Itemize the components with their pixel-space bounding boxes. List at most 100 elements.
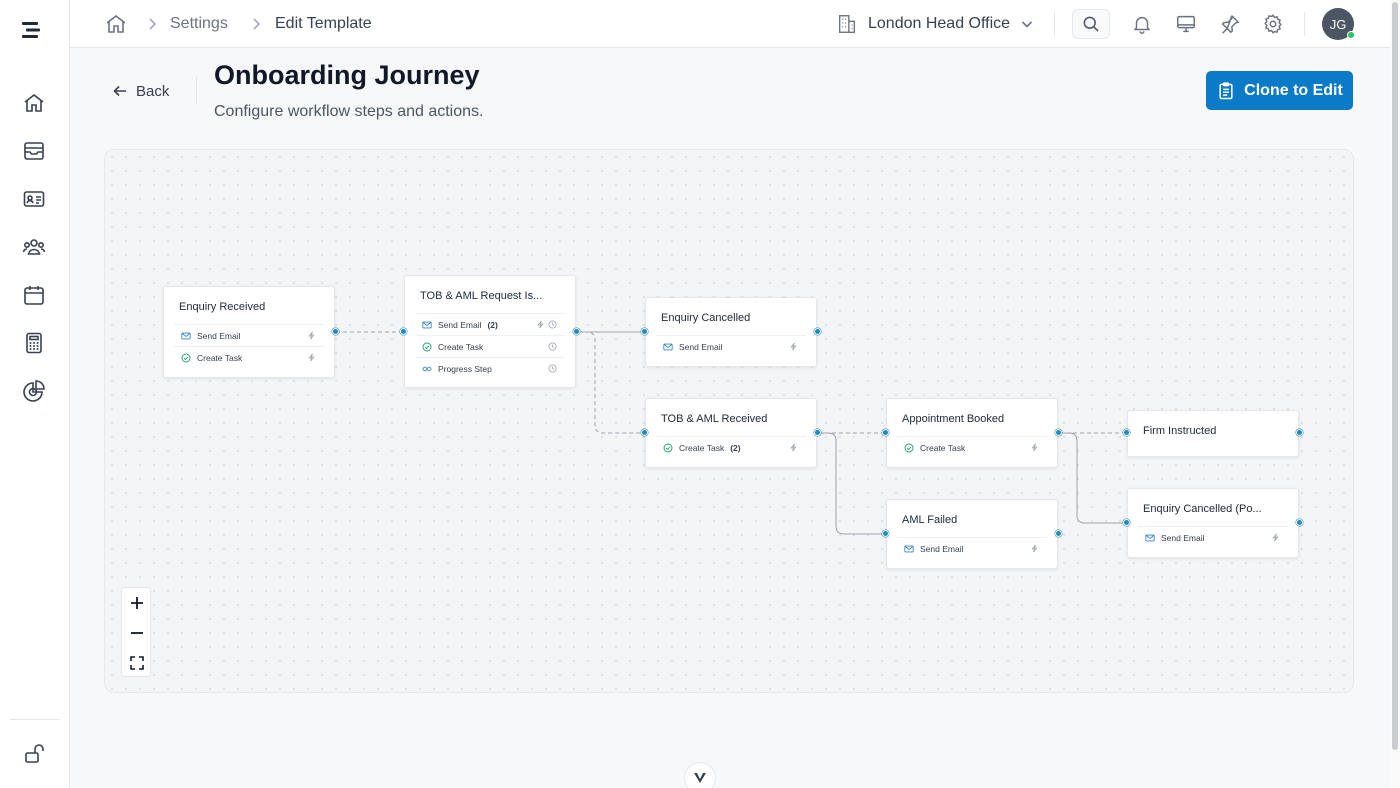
node-output-handle[interactable] <box>814 429 821 436</box>
back-button[interactable]: Back <box>112 80 169 102</box>
workflow-node-firm-instructed[interactable]: Firm Instructed <box>1127 410 1299 457</box>
chevron-down-icon <box>694 773 706 783</box>
node-input-handle[interactable] <box>882 530 889 537</box>
node-title: Enquiry Cancelled <box>661 312 751 324</box>
node-action-create-task[interactable]: Create Task <box>174 346 324 368</box>
node-input-handle[interactable] <box>400 328 407 335</box>
zoom-in-button[interactable] <box>122 588 152 618</box>
users-icon <box>22 239 46 255</box>
scrollbar-thumb[interactable] <box>1392 2 1398 750</box>
breadcrumb-settings[interactable]: Settings <box>170 15 228 33</box>
settings-button[interactable] <box>1261 12 1285 36</box>
node-title: AML Failed <box>902 514 958 526</box>
bolt-icon <box>790 342 797 351</box>
office-selector[interactable]: London Head Office <box>836 10 1034 38</box>
node-output-handle[interactable] <box>1296 519 1303 526</box>
node-action-send-email[interactable]: Send Email <box>174 324 324 346</box>
node-action-send-email[interactable]: Send Email <box>1138 526 1288 548</box>
page-title: Onboarding Journey <box>214 60 480 90</box>
action-label: Create Task <box>197 352 243 363</box>
sidebar-item-reports[interactable] <box>20 377 48 405</box>
node-output-handle[interactable] <box>573 328 580 335</box>
page-subtitle: Configure workflow steps and actions. <box>214 103 484 120</box>
node-input-handle[interactable] <box>641 429 648 436</box>
node-title: Appointment Booked <box>902 413 1005 425</box>
topbar-divider <box>1054 12 1055 36</box>
sidebar-item-calculator[interactable] <box>20 329 48 357</box>
sidebar-item-contacts[interactable] <box>20 185 48 213</box>
bolt-icon <box>1031 544 1038 553</box>
online-status-indicator <box>1347 31 1355 39</box>
sidebar <box>0 0 70 788</box>
fit-view-button[interactable] <box>122 648 152 678</box>
node-action-send-email[interactable]: Send Email <box>656 335 806 357</box>
check-circle-icon <box>181 353 191 362</box>
node-input-handle[interactable] <box>882 429 889 436</box>
gear-icon <box>1264 14 1282 34</box>
chevron-down-icon <box>1021 21 1033 28</box>
action-label: Send Email <box>197 330 241 341</box>
sidebar-item-home[interactable] <box>20 89 48 117</box>
page-scrollbar[interactable] <box>1390 0 1400 788</box>
node-action-progress-step[interactable]: Progress Step <box>415 357 565 379</box>
node-output-handle[interactable] <box>1296 429 1303 436</box>
workflow-node-enquiry-cancelled-po[interactable]: Enquiry Cancelled (Po... Send Email <box>1127 488 1299 558</box>
workflow-node-tob-aml-request[interactable]: TOB & AML Request Is... Send Email (2) C… <box>404 275 576 388</box>
node-input-handle[interactable] <box>1123 519 1130 526</box>
notifications-button[interactable] <box>1130 12 1154 36</box>
clone-button-label: Clone to Edit <box>1244 81 1343 99</box>
action-label: Create Task <box>438 341 484 352</box>
node-action-create-task[interactable]: Create Task (2) <box>656 436 806 458</box>
calendar-icon <box>24 286 44 305</box>
node-output-handle[interactable] <box>332 328 339 335</box>
action-count: (2) <box>487 319 498 330</box>
node-action-create-task[interactable]: Create Task <box>415 335 565 357</box>
zoom-out-button[interactable] <box>122 618 152 648</box>
home-icon[interactable] <box>104 12 128 36</box>
arrow-left-icon <box>113 85 126 97</box>
node-action-send-email[interactable]: Send Email <box>897 537 1047 559</box>
workflow-node-enquiry-cancelled[interactable]: Enquiry Cancelled Send Email <box>645 297 817 367</box>
node-action-create-task[interactable]: Create Task <box>897 436 1047 458</box>
user-avatar[interactable]: JG <box>1322 8 1355 40</box>
action-label: Send Email <box>920 543 964 554</box>
node-title: Firm Instructed <box>1143 425 1217 437</box>
user-initials: JG <box>1329 16 1347 32</box>
node-output-handle[interactable] <box>814 328 821 335</box>
workflow-node-enquiry-received[interactable]: Enquiry Received Send Email Create Task <box>163 286 335 378</box>
app-logo-icon[interactable] <box>20 18 44 42</box>
clone-to-edit-button[interactable]: Clone to Edit <box>1206 71 1353 110</box>
action-label: Send Email <box>1161 532 1205 543</box>
node-title: Enquiry Received <box>179 301 266 313</box>
node-output-handle[interactable] <box>1055 429 1062 436</box>
workflow-node-aml-failed[interactable]: AML Failed Send Email <box>886 499 1058 569</box>
search-button[interactable] <box>1072 9 1110 39</box>
node-output-handle[interactable] <box>1055 530 1062 537</box>
collapse-panel-toggle[interactable] <box>684 762 716 788</box>
workflow-canvas[interactable]: Enquiry Received Send Email Create Task … <box>104 149 1354 693</box>
workflow-node-appointment-booked[interactable]: Appointment Booked Create Task <box>886 398 1058 468</box>
check-circle-icon <box>663 443 673 452</box>
node-title: TOB & AML Request Is... <box>420 290 543 302</box>
sidebar-lock-toggle[interactable] <box>20 740 48 768</box>
node-title: TOB & AML Received <box>661 413 768 425</box>
sidebar-item-inbox[interactable] <box>20 137 48 165</box>
action-label: Create Task <box>679 442 725 453</box>
node-action-send-email[interactable]: Send Email (2) <box>415 313 565 335</box>
bolt-icon <box>308 353 315 362</box>
workflow-node-tob-aml-received[interactable]: TOB & AML Received Create Task (2) <box>645 398 817 468</box>
mail-icon <box>422 321 432 328</box>
bell-icon <box>1133 16 1151 34</box>
node-input-handle[interactable] <box>1123 429 1130 436</box>
display-button[interactable] <box>1174 12 1198 36</box>
calculator-icon <box>26 332 42 354</box>
sidebar-item-calendar[interactable] <box>20 281 48 309</box>
sidebar-item-teams[interactable] <box>20 233 48 261</box>
pin-button[interactable] <box>1218 12 1242 36</box>
top-bar: Settings Edit Template London Head Offic… <box>70 0 1390 48</box>
node-input-handle[interactable] <box>641 328 648 335</box>
inbox-icon <box>24 142 44 160</box>
mail-icon <box>181 332 191 339</box>
monitor-icon <box>1177 15 1195 33</box>
bolt-icon <box>1272 533 1279 542</box>
